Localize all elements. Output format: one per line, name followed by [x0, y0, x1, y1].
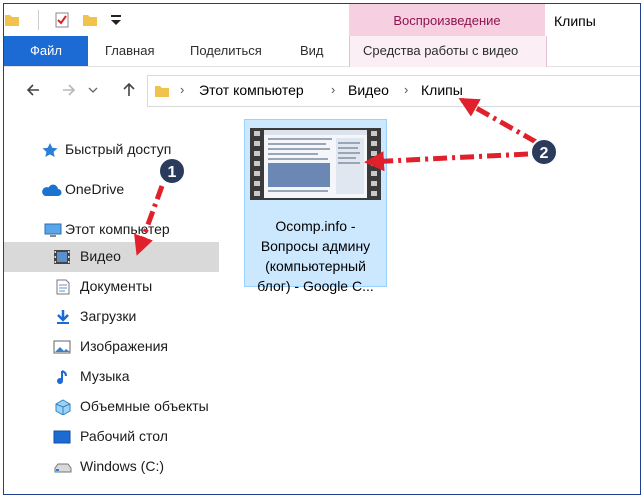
explorer-window-frame: Воспроизведение Клипы Файл Главная Подел…	[0, 0, 644, 498]
annotation-badge-1-text: 1	[168, 164, 177, 181]
annotation-arrow-2b	[458, 97, 538, 145]
annotation-badge-2-text: 2	[540, 145, 549, 162]
annotation-overlay: 1 2	[134, 97, 558, 256]
annotation-arrow-2a	[364, 151, 529, 172]
annotation-arrow-1	[134, 185, 165, 256]
